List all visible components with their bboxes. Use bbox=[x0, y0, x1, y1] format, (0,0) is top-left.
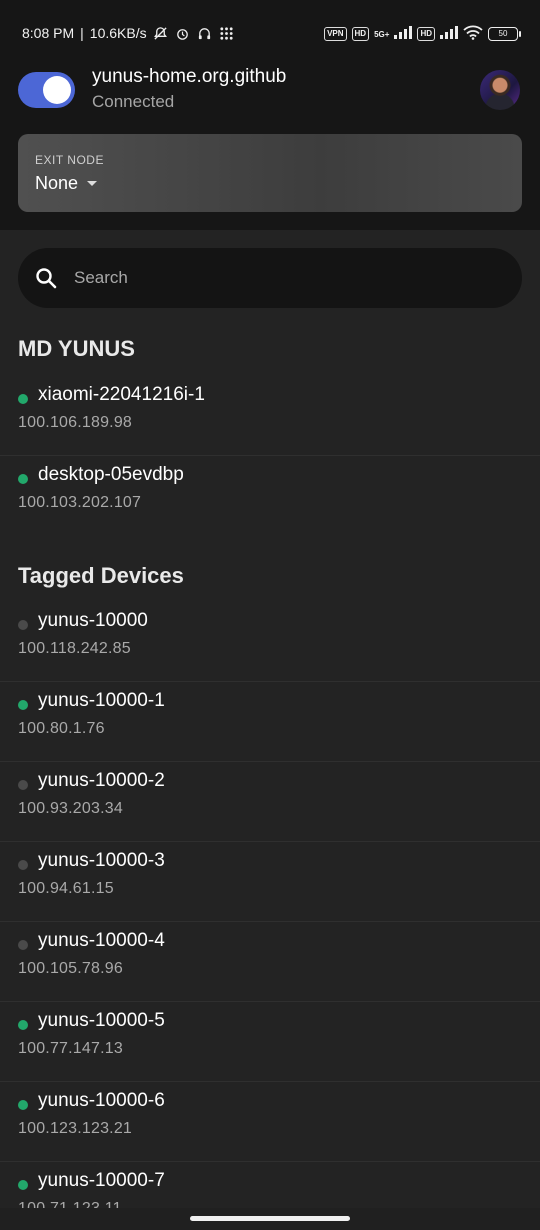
device-name: yunus-10000-5 bbox=[38, 1010, 165, 1031]
device-ip: 100.123.123.21 bbox=[18, 1120, 133, 1137]
online-status-dot bbox=[18, 474, 28, 484]
vpn-connection-toggle[interactable] bbox=[18, 72, 75, 108]
device-row[interactable]: yunus-10000 100.118.242.85 bbox=[0, 602, 540, 682]
exit-node-value: None bbox=[35, 173, 79, 193]
device-row[interactable]: yunus-10000-4 100.105.78.96 bbox=[0, 922, 540, 1002]
device-ip: 100.80.1.76 bbox=[18, 720, 105, 737]
status-time: 8:08 PM bbox=[22, 25, 75, 41]
signal-icon-2 bbox=[440, 26, 458, 42]
vpn-badge: VPN bbox=[324, 27, 347, 41]
online-status-dot bbox=[18, 394, 28, 404]
dropdown-caret-icon bbox=[87, 181, 98, 186]
connection-status: Connected bbox=[92, 92, 175, 111]
device-ip: 100.118.242.85 bbox=[18, 640, 131, 657]
offline-status-dot bbox=[18, 860, 28, 870]
device-row[interactable]: yunus-10000-5 100.77.147.13 bbox=[0, 1002, 540, 1082]
device-row[interactable]: xiaomi-22041216i-1 100.106.189.98 bbox=[0, 376, 540, 456]
device-name: desktop-05evdbp bbox=[38, 464, 184, 485]
profile-avatar[interactable] bbox=[480, 70, 520, 110]
battery-indicator: 50 bbox=[488, 27, 521, 41]
apps-grid-icon bbox=[219, 25, 235, 41]
signal-icon bbox=[394, 26, 413, 42]
offline-status-dot bbox=[18, 620, 28, 630]
section-title: Tagged Devices bbox=[18, 563, 184, 588]
device-ip: 100.77.147.13 bbox=[18, 1040, 123, 1057]
offline-status-dot bbox=[18, 940, 28, 950]
exit-node-selector[interactable]: EXIT NODE None bbox=[18, 134, 522, 212]
search-icon bbox=[34, 266, 58, 290]
online-status-dot bbox=[18, 1100, 28, 1110]
network-speed: 10.6KB/s bbox=[89, 25, 147, 41]
wifi-icon bbox=[463, 25, 483, 43]
volte-icon-2: HD bbox=[417, 27, 435, 41]
home-indicator[interactable] bbox=[190, 1216, 350, 1221]
device-name: yunus-10000-4 bbox=[38, 930, 165, 951]
device-name: yunus-10000-2 bbox=[38, 770, 165, 791]
device-name: yunus-10000-6 bbox=[38, 1090, 165, 1111]
exit-node-label: EXIT NODE bbox=[35, 153, 104, 167]
online-status-dot bbox=[18, 700, 28, 710]
status-bar: 8:08 PM | 10.6KB/s VPN HD 5G+ HD 50 bbox=[0, 0, 540, 64]
headphones-icon bbox=[197, 25, 213, 41]
device-ip: 100.94.61.15 bbox=[18, 880, 114, 897]
search-input[interactable] bbox=[74, 258, 494, 298]
device-name: yunus-10000-7 bbox=[38, 1170, 165, 1191]
alarm-icon bbox=[175, 25, 191, 41]
device-name: yunus-10000-1 bbox=[38, 690, 165, 711]
volte-icon: HD bbox=[351, 27, 370, 41]
device-ip: 100.93.203.34 bbox=[18, 800, 123, 817]
device-row[interactable]: yunus-10000-3 100.94.61.15 bbox=[0, 842, 540, 922]
device-name: yunus-10000 bbox=[38, 610, 148, 631]
mute-bell-icon bbox=[153, 25, 169, 41]
device-row[interactable]: desktop-05evdbp 100.103.202.107 bbox=[0, 456, 540, 536]
device-name: xiaomi-22041216i-1 bbox=[38, 384, 205, 405]
online-status-dot bbox=[18, 1020, 28, 1030]
device-row[interactable]: yunus-10000-6 100.123.123.21 bbox=[0, 1082, 540, 1162]
network-type: 5G+ bbox=[374, 29, 390, 39]
device-ip: 100.106.189.98 bbox=[18, 414, 133, 431]
online-status-dot bbox=[18, 1180, 28, 1190]
device-row[interactable]: yunus-10000-2 100.93.203.34 bbox=[0, 762, 540, 842]
search-bar[interactable] bbox=[18, 248, 522, 308]
device-ip: 100.105.78.96 bbox=[18, 960, 123, 977]
offline-status-dot bbox=[18, 780, 28, 790]
device-ip: 100.103.202.107 bbox=[18, 494, 142, 511]
device-row[interactable]: yunus-10000-1 100.80.1.76 bbox=[0, 682, 540, 762]
device-name: yunus-10000-3 bbox=[38, 850, 165, 871]
tailnet-name: yunus-home.org.github bbox=[92, 66, 287, 87]
toggle-knob bbox=[43, 76, 71, 104]
section-title: MD YUNUS bbox=[18, 336, 135, 361]
